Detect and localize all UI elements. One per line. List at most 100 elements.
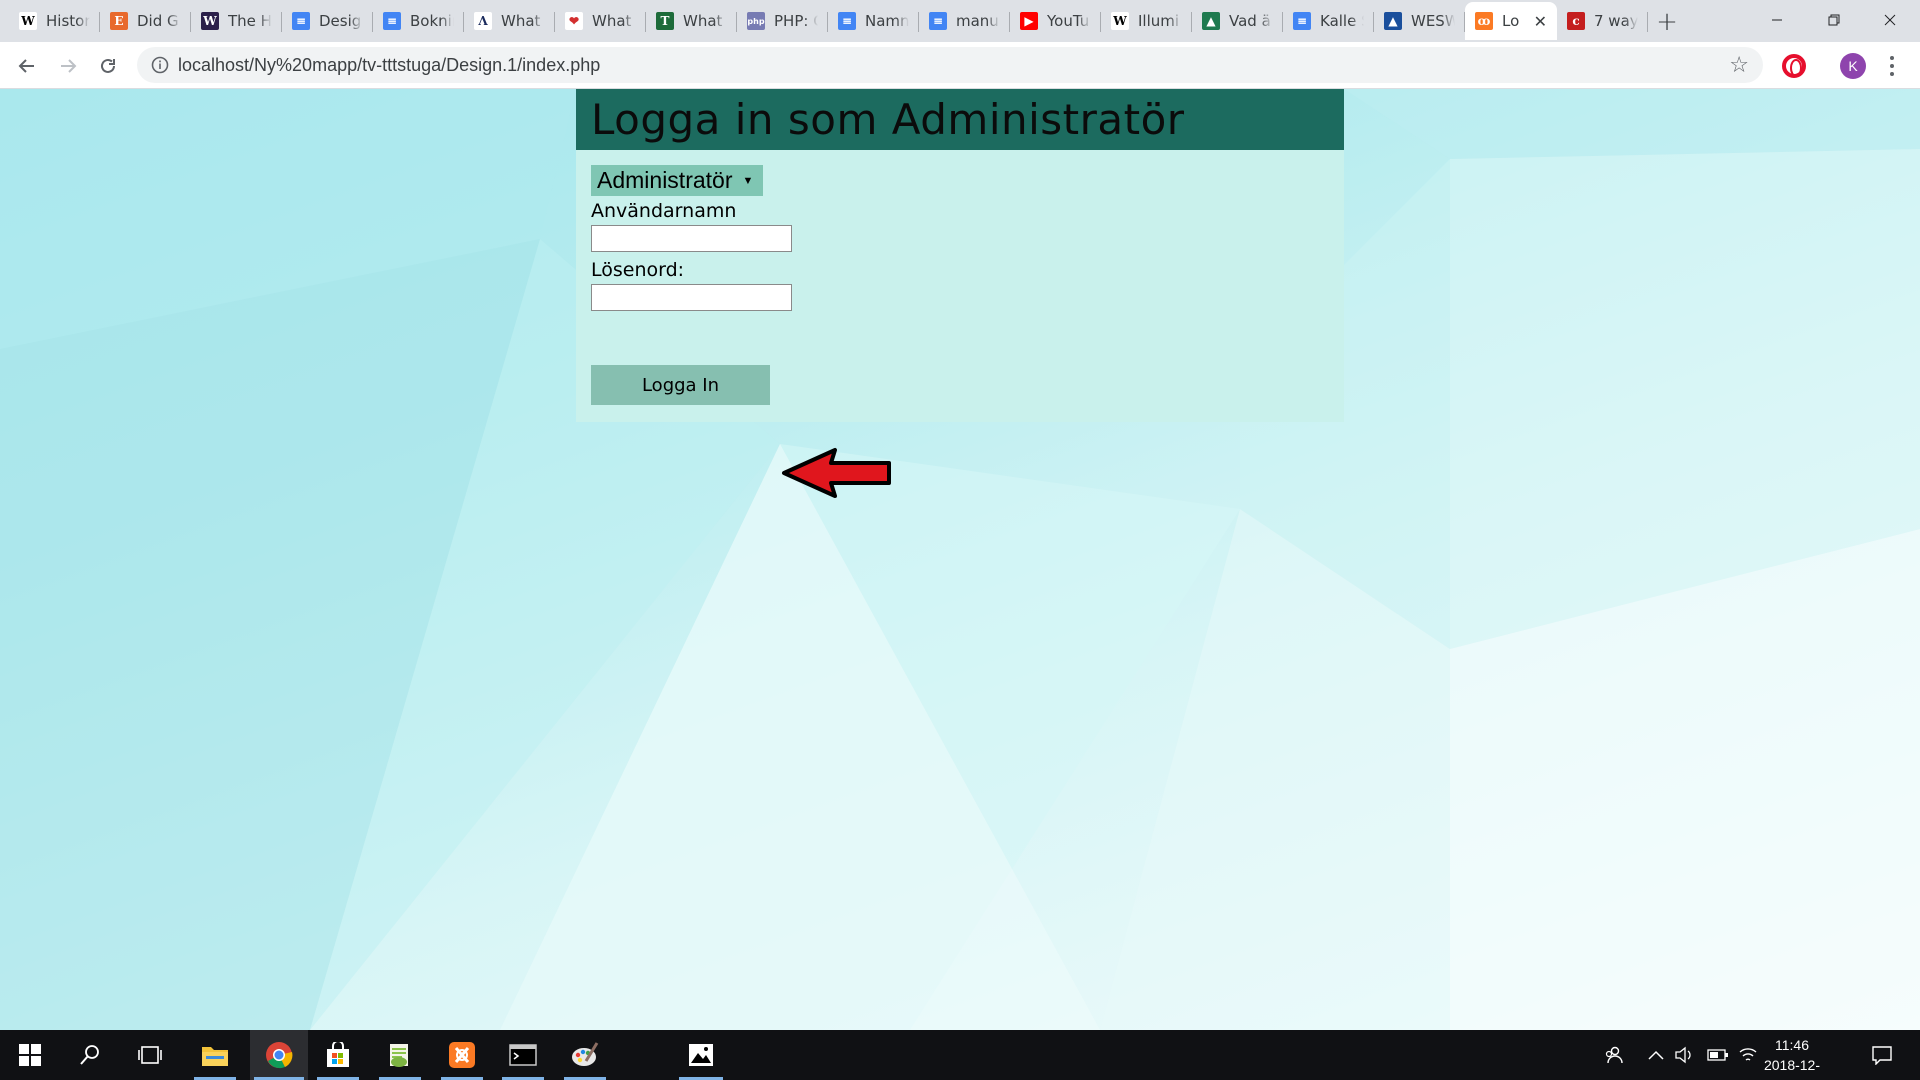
password-field[interactable] xyxy=(591,284,792,311)
tab-title: Did G xyxy=(137,12,179,30)
tab-title: PHP: C xyxy=(774,12,818,30)
clock-date: 2018-12-03 xyxy=(1763,1057,1821,1080)
browser-tab[interactable]: ≡ Desig xyxy=(282,2,373,40)
tab-title: Desig xyxy=(319,12,362,30)
tab-title: What xyxy=(592,12,632,30)
people-icon[interactable] xyxy=(1598,1030,1628,1080)
red-site-icon: ❤ xyxy=(565,12,583,30)
paint-palette-icon xyxy=(572,1042,599,1066)
browser-tab[interactable]: ❤ What xyxy=(555,2,646,40)
tab-title: 7 way xyxy=(1594,12,1638,30)
browser-tab[interactable]: T What xyxy=(646,2,737,40)
browser-menu-icon[interactable] xyxy=(1886,54,1898,78)
reload-button[interactable] xyxy=(93,51,123,81)
browser-tab[interactable]: ≡ Kalle S xyxy=(1283,2,1374,40)
wifi-icon[interactable] xyxy=(1734,1030,1762,1080)
browser-tab[interactable]: ▲ Vad ä xyxy=(1192,2,1283,40)
youtube-icon: ▶ xyxy=(1020,12,1038,30)
battery-icon[interactable] xyxy=(1704,1030,1732,1080)
tab-title: manu xyxy=(956,12,999,30)
google-docs-icon: ≡ xyxy=(383,12,401,30)
chrome-icon xyxy=(266,1042,293,1069)
forward-button[interactable] xyxy=(53,51,83,81)
role-dropdown[interactable]: Administratör ▼ xyxy=(591,165,764,196)
wikipedia-icon: W xyxy=(19,12,37,30)
xampp-icon: ꝏ xyxy=(1475,12,1493,30)
address-bar[interactable]: localhost/Ny%20mapp/tv-tttstuga/Design.1… xyxy=(137,47,1763,83)
notepad-plus-icon xyxy=(390,1044,408,1067)
start-button[interactable] xyxy=(5,1030,55,1080)
google-docs-icon: ≡ xyxy=(292,12,310,30)
t-site-icon: T xyxy=(656,12,674,30)
restore-button[interactable] xyxy=(1806,0,1862,40)
restore-icon xyxy=(1828,14,1840,26)
taskbar-paint[interactable] xyxy=(560,1030,610,1080)
tab-title: Boknir xyxy=(410,12,454,30)
login-button[interactable]: Logga In xyxy=(591,365,770,405)
windows-logo-icon xyxy=(19,1044,41,1066)
browser-tab[interactable]: ꝏ Lo ✕ xyxy=(1465,2,1557,40)
classroom-icon: ▲ xyxy=(1202,12,1220,30)
minimize-icon xyxy=(1772,19,1782,21)
close-window-button[interactable] xyxy=(1862,0,1918,40)
tab-title: WESW xyxy=(1411,12,1455,30)
tab-title: What xyxy=(683,12,723,30)
forward-arrow-icon xyxy=(61,59,77,73)
browser-tab[interactable]: ≡ Namn xyxy=(828,2,919,40)
new-tab-button[interactable]: + xyxy=(1653,7,1681,37)
taskbar-xampp[interactable] xyxy=(437,1030,487,1080)
back-arrow-icon xyxy=(18,59,34,73)
bookmark-star-icon[interactable]: ☆ xyxy=(1729,53,1749,78)
browser-tab[interactable]: W Illumi xyxy=(1101,2,1192,40)
xampp-icon xyxy=(449,1042,475,1068)
taskbar-terminal[interactable] xyxy=(498,1030,548,1080)
browser-tab[interactable]: Λ What xyxy=(464,2,555,40)
browser-tab[interactable]: c 7 way xyxy=(1557,2,1648,40)
chevron-up-icon[interactable] xyxy=(1644,1030,1668,1080)
search-icon xyxy=(80,1045,99,1065)
back-button[interactable] xyxy=(12,51,42,81)
browser-tab[interactable]: php PHP: C xyxy=(737,2,828,40)
username-field[interactable] xyxy=(591,225,792,252)
google-docs-icon: ≡ xyxy=(1293,12,1311,30)
password-label: Lösenord: xyxy=(591,259,685,281)
url-text[interactable]: localhost/Ny%20mapp/tv-tttstuga/Design.1… xyxy=(178,55,600,76)
photos-icon xyxy=(689,1044,713,1066)
tab-title: YouTu xyxy=(1047,12,1090,30)
tab-title: Histor xyxy=(46,12,90,30)
browser-tab[interactable]: ≡ Boknir xyxy=(373,2,464,40)
browser-tab-strip: W Histor E Did G W The H ≡ Desig ≡ Boknir Λ What ❤ Wh… xyxy=(0,0,1920,42)
profile-avatar[interactable]: K xyxy=(1840,53,1866,79)
classroom-icon: ▲ xyxy=(1384,12,1402,30)
task-view-button[interactable] xyxy=(125,1030,175,1080)
search-button[interactable] xyxy=(65,1030,115,1080)
google-docs-icon: ≡ xyxy=(929,12,947,30)
close-tab-icon[interactable]: ✕ xyxy=(1534,12,1547,31)
tab-title: Vad ä xyxy=(1229,12,1271,30)
taskbar-chrome[interactable] xyxy=(250,1030,308,1080)
volume-icon[interactable] xyxy=(1670,1030,1698,1080)
opera-extension-icon[interactable] xyxy=(1782,54,1806,78)
taskbar-file-explorer[interactable] xyxy=(190,1030,240,1080)
windows-taskbar: 11:46 2018-12-03 xyxy=(0,1030,1920,1080)
taskbar-notepad-plus[interactable] xyxy=(375,1030,425,1080)
taskbar-clock[interactable]: 11:46 2018-12-03 xyxy=(1762,1035,1822,1080)
username-label: Användarnamn xyxy=(591,200,737,222)
tab-title: Namn xyxy=(865,12,909,30)
browser-tab[interactable]: ≡ manu xyxy=(919,2,1010,40)
browser-tab[interactable]: W The H xyxy=(191,2,282,40)
minimize-button[interactable] xyxy=(1749,0,1805,40)
action-center-button[interactable] xyxy=(1865,1030,1899,1080)
task-view-icon xyxy=(138,1046,162,1064)
red-circle-icon: c xyxy=(1567,12,1585,30)
info-icon[interactable] xyxy=(151,56,169,74)
tab-list: W Histor E Did G W The H ≡ Desig ≡ Boknir Λ What ❤ Wh… xyxy=(9,2,1648,40)
taskbar-photos[interactable] xyxy=(675,1030,727,1080)
browser-tab[interactable]: ▶ YouTu xyxy=(1010,2,1101,40)
browser-tab[interactable]: ▲ WESW xyxy=(1374,2,1465,40)
browser-tab[interactable]: W Histor xyxy=(9,2,100,40)
taskbar-store[interactable] xyxy=(313,1030,363,1080)
tab-title: Illumi xyxy=(1138,12,1180,30)
browser-tab[interactable]: E Did G xyxy=(100,2,191,40)
terminal-icon xyxy=(509,1044,537,1066)
